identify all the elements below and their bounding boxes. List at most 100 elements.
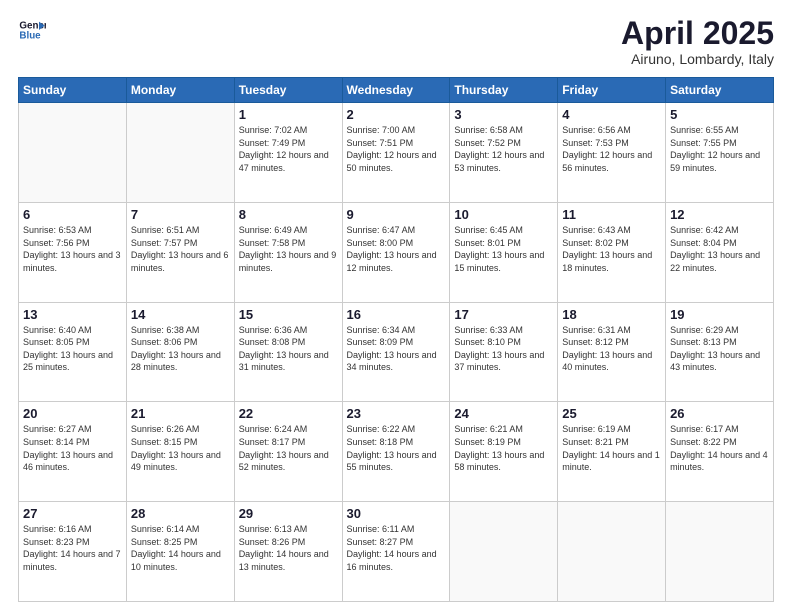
weekday-header-thursday: Thursday (450, 78, 558, 103)
calendar-cell (126, 103, 234, 203)
day-number: 5 (670, 107, 769, 122)
logo: General Blue (18, 16, 48, 44)
day-number: 20 (23, 406, 122, 421)
day-number: 6 (23, 207, 122, 222)
day-info: Sunrise: 6:29 AM Sunset: 8:13 PM Dayligh… (670, 324, 769, 374)
calendar-cell: 21 Sunrise: 6:26 AM Sunset: 8:15 PM Dayli… (126, 402, 234, 502)
weekday-header-friday: Friday (558, 78, 666, 103)
day-number: 21 (131, 406, 230, 421)
day-number: 10 (454, 207, 553, 222)
calendar-cell: 19 Sunrise: 6:29 AM Sunset: 8:13 PM Dayli… (666, 302, 774, 402)
day-info: Sunrise: 7:00 AM Sunset: 7:51 PM Dayligh… (347, 124, 446, 174)
day-number: 17 (454, 307, 553, 322)
day-info: Sunrise: 6:17 AM Sunset: 8:22 PM Dayligh… (670, 423, 769, 473)
calendar-cell: 22Sunrise: 6:24 AM Sunset: 8:17 PM Dayli… (234, 402, 342, 502)
day-info: Sunrise: 6:40 AM Sunset: 8:05 PM Dayligh… (23, 324, 122, 374)
calendar-cell: 6 Sunrise: 6:53 AM Sunset: 7:56 PM Daylig… (19, 202, 127, 302)
day-info: Sunrise: 6:27 AM Sunset: 8:14 PM Dayligh… (23, 423, 122, 473)
day-number: 9 (347, 207, 446, 222)
calendar-cell: 29 Sunrise: 6:13 AM Sunset: 8:26 PM Dayli… (234, 502, 342, 602)
calendar-cell: 25Sunrise: 6:19 AM Sunset: 8:21 PM Dayli… (558, 402, 666, 502)
day-info: Sunrise: 6:58 AM Sunset: 7:52 PM Dayligh… (454, 124, 553, 174)
calendar-cell: 10 Sunrise: 6:45 AM Sunset: 8:01 PM Dayli… (450, 202, 558, 302)
calendar-cell (450, 502, 558, 602)
calendar-cell: 28 Sunrise: 6:14 AM Sunset: 8:25 PM Dayli… (126, 502, 234, 602)
calendar-week-2: 13 Sunrise: 6:40 AM Sunset: 8:05 PM Dayli… (19, 302, 774, 402)
day-info: Sunrise: 6:43 AM Sunset: 8:02 PM Dayligh… (562, 224, 661, 274)
day-info: Sunrise: 6:22 AM Sunset: 8:18 PM Dayligh… (347, 423, 446, 473)
day-info: Sunrise: 6:11 AM Sunset: 8:27 PM Dayligh… (347, 523, 446, 573)
calendar-cell: 8Sunrise: 6:49 AM Sunset: 7:58 PM Daylig… (234, 202, 342, 302)
weekday-header-sunday: Sunday (19, 78, 127, 103)
calendar-title: April 2025 (621, 16, 774, 51)
calendar-cell: 11 Sunrise: 6:43 AM Sunset: 8:02 PM Dayli… (558, 202, 666, 302)
day-info: Sunrise: 6:34 AM Sunset: 8:09 PM Dayligh… (347, 324, 446, 374)
day-number: 11 (562, 207, 661, 222)
calendar-cell: 3Sunrise: 6:58 AM Sunset: 7:52 PM Daylig… (450, 103, 558, 203)
calendar-cell: 13 Sunrise: 6:40 AM Sunset: 8:05 PM Dayli… (19, 302, 127, 402)
day-number: 12 (670, 207, 769, 222)
calendar-cell: 26Sunrise: 6:17 AM Sunset: 8:22 PM Dayli… (666, 402, 774, 502)
calendar-week-3: 20 Sunrise: 6:27 AM Sunset: 8:14 PM Dayli… (19, 402, 774, 502)
day-number: 28 (131, 506, 230, 521)
calendar-cell: 14 Sunrise: 6:38 AM Sunset: 8:06 PM Dayli… (126, 302, 234, 402)
day-info: Sunrise: 6:14 AM Sunset: 8:25 PM Dayligh… (131, 523, 230, 573)
calendar-cell: 30 Sunrise: 6:11 AM Sunset: 8:27 PM Dayli… (342, 502, 450, 602)
day-info: Sunrise: 7:02 AM Sunset: 7:49 PM Dayligh… (239, 124, 338, 174)
day-info: Sunrise: 6:33 AM Sunset: 8:10 PM Dayligh… (454, 324, 553, 374)
weekday-header-saturday: Saturday (666, 78, 774, 103)
day-number: 29 (239, 506, 338, 521)
calendar-week-4: 27 Sunrise: 6:16 AM Sunset: 8:23 PM Dayli… (19, 502, 774, 602)
weekday-header-monday: Monday (126, 78, 234, 103)
day-number: 24 (454, 406, 553, 421)
calendar-cell: 27 Sunrise: 6:16 AM Sunset: 8:23 PM Dayli… (19, 502, 127, 602)
day-number: 2 (347, 107, 446, 122)
svg-text:Blue: Blue (19, 30, 41, 41)
day-info: Sunrise: 6:47 AM Sunset: 8:00 PM Dayligh… (347, 224, 446, 274)
weekday-header-row: SundayMondayTuesdayWednesdayThursdayFrid… (19, 78, 774, 103)
day-info: Sunrise: 6:19 AM Sunset: 8:21 PM Dayligh… (562, 423, 661, 473)
calendar-cell: 18Sunrise: 6:31 AM Sunset: 8:12 PM Dayli… (558, 302, 666, 402)
day-number: 7 (131, 207, 230, 222)
day-number: 1 (239, 107, 338, 122)
day-info: Sunrise: 6:13 AM Sunset: 8:26 PM Dayligh… (239, 523, 338, 573)
day-number: 13 (23, 307, 122, 322)
day-info: Sunrise: 6:16 AM Sunset: 8:23 PM Dayligh… (23, 523, 122, 573)
calendar-cell: 1 Sunrise: 7:02 AM Sunset: 7:49 PM Daylig… (234, 103, 342, 203)
calendar-cell (558, 502, 666, 602)
title-block: April 2025 Airuno, Lombardy, Italy (621, 16, 774, 67)
weekday-header-tuesday: Tuesday (234, 78, 342, 103)
day-info: Sunrise: 6:51 AM Sunset: 7:57 PM Dayligh… (131, 224, 230, 274)
day-info: Sunrise: 6:56 AM Sunset: 7:53 PM Dayligh… (562, 124, 661, 174)
calendar-cell: 20 Sunrise: 6:27 AM Sunset: 8:14 PM Dayli… (19, 402, 127, 502)
day-info: Sunrise: 6:21 AM Sunset: 8:19 PM Dayligh… (454, 423, 553, 473)
day-info: Sunrise: 6:55 AM Sunset: 7:55 PM Dayligh… (670, 124, 769, 174)
day-info: Sunrise: 6:36 AM Sunset: 8:08 PM Dayligh… (239, 324, 338, 374)
calendar-table: SundayMondayTuesdayWednesdayThursdayFrid… (18, 77, 774, 602)
calendar-page: General Blue April 2025 Airuno, Lombardy… (0, 0, 792, 612)
day-info: Sunrise: 6:45 AM Sunset: 8:01 PM Dayligh… (454, 224, 553, 274)
weekday-header-wednesday: Wednesday (342, 78, 450, 103)
header: General Blue April 2025 Airuno, Lombardy… (18, 16, 774, 67)
calendar-cell: 2 Sunrise: 7:00 AM Sunset: 7:51 PM Daylig… (342, 103, 450, 203)
calendar-cell (19, 103, 127, 203)
calendar-cell: 24 Sunrise: 6:21 AM Sunset: 8:19 PM Dayli… (450, 402, 558, 502)
day-info: Sunrise: 6:42 AM Sunset: 8:04 PM Dayligh… (670, 224, 769, 274)
day-info: Sunrise: 6:38 AM Sunset: 8:06 PM Dayligh… (131, 324, 230, 374)
day-number: 15 (239, 307, 338, 322)
calendar-cell: 7 Sunrise: 6:51 AM Sunset: 7:57 PM Daylig… (126, 202, 234, 302)
day-info: Sunrise: 6:24 AM Sunset: 8:17 PM Dayligh… (239, 423, 338, 473)
day-number: 19 (670, 307, 769, 322)
day-number: 4 (562, 107, 661, 122)
day-number: 16 (347, 307, 446, 322)
day-number: 14 (131, 307, 230, 322)
day-number: 8 (239, 207, 338, 222)
calendar-cell: 16 Sunrise: 6:34 AM Sunset: 8:09 PM Dayli… (342, 302, 450, 402)
day-number: 27 (23, 506, 122, 521)
day-info: Sunrise: 6:26 AM Sunset: 8:15 PM Dayligh… (131, 423, 230, 473)
day-number: 30 (347, 506, 446, 521)
calendar-week-1: 6 Sunrise: 6:53 AM Sunset: 7:56 PM Daylig… (19, 202, 774, 302)
calendar-cell: 17 Sunrise: 6:33 AM Sunset: 8:10 PM Dayli… (450, 302, 558, 402)
day-info: Sunrise: 6:53 AM Sunset: 7:56 PM Dayligh… (23, 224, 122, 274)
calendar-cell: 4 Sunrise: 6:56 AM Sunset: 7:53 PM Daylig… (558, 103, 666, 203)
